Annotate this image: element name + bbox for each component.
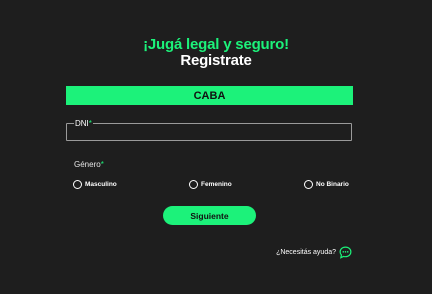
page-title: Registrate [180, 52, 252, 69]
gender-option-label: Masculino [85, 181, 117, 188]
region-label: CABA [193, 89, 226, 102]
radio-circle-icon[interactable] [73, 180, 82, 189]
chat-bubble-icon[interactable] [339, 246, 352, 259]
required-mark: * [100, 160, 104, 169]
radio-circle-icon[interactable] [304, 180, 313, 189]
dni-input[interactable] [67, 124, 351, 140]
gender-option-no-binario[interactable]: No Binario [304, 180, 349, 189]
gender-label: Género* [74, 160, 104, 169]
headline: ¡Jugá legal y seguro! [143, 36, 289, 53]
dni-field[interactable]: DNI* [66, 119, 352, 141]
help-text: ¿Necesitás ayuda? [276, 249, 336, 256]
radio-circle-icon[interactable] [189, 180, 198, 189]
help-link[interactable]: ¿Necesitás ayuda? [276, 246, 352, 259]
gender-option-femenino[interactable]: Femenino [189, 180, 232, 189]
region-selector[interactable]: CABA [66, 86, 353, 105]
gender-option-masculino[interactable]: Masculino [73, 180, 117, 189]
gender-option-label: Femenino [201, 181, 232, 188]
next-button[interactable]: Siguiente [163, 206, 256, 225]
gender-option-label: No Binario [316, 181, 349, 188]
